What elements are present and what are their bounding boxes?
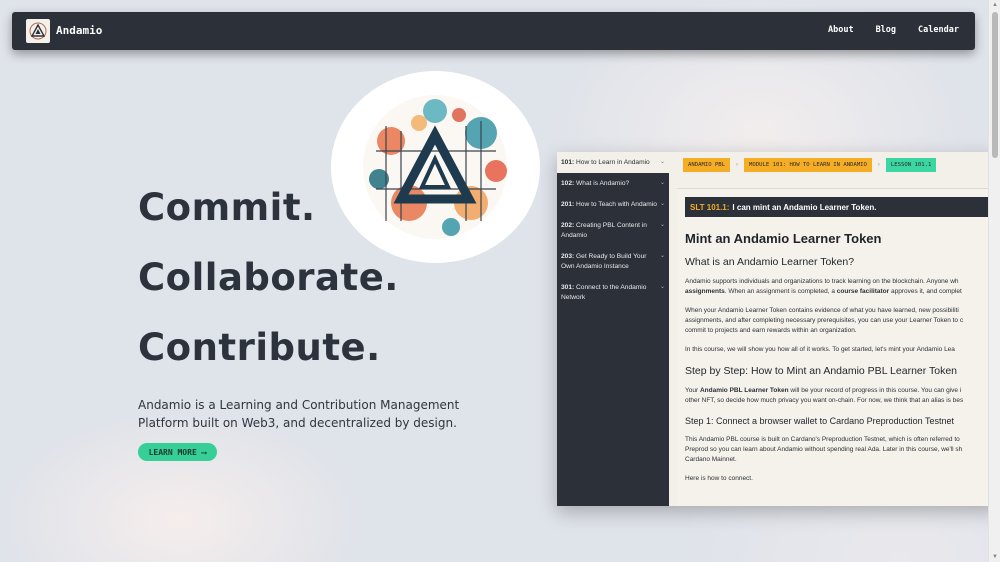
chevron-down-icon: ⌄ [659,284,665,290]
text-span: Your [685,387,700,394]
paragraph-2: When your Andamio Learner Token contains… [685,306,999,336]
sidebar-item-203[interactable]: 203: Get Ready to Build Your Own Andamio… [557,246,669,277]
lesson-title: Mint an Andamio Learner Token [685,231,882,246]
breadcrumb: ANDAMIO PBL › MODULE 101: HOW TO LEARN I… [683,158,937,172]
headline-commit: Commit. [138,186,316,229]
top-navbar: Andamio About Blog Calendar [12,12,975,50]
paragraph-6: Here is how to connect. [685,475,753,482]
text-span: assignments, and after completing necess… [685,317,964,324]
brand-name[interactable]: Andamio [56,24,102,37]
paragraph-1: Andamio supports individuals and organiz… [685,277,999,297]
text-span: . When an assignment is completed, a [724,288,837,295]
sidebar-item-label: How to Learn in Andamio [576,159,650,166]
text-span: will be your record of progress in this … [788,387,962,394]
text-span: other NFT, so decide how much privacy yo… [685,397,964,404]
headline-contribute: Contribute. [138,326,381,369]
slt-text: I can mint an Andamio Learner Token. [732,202,877,212]
text-bold: Andamio PBL Learner Token [699,387,789,394]
text-bold: assignments [685,288,725,295]
sidebar-item-label: What is Andamio? [576,180,630,187]
chevron-down-icon: ⌄ [659,159,665,165]
nav-about-link[interactable]: About [828,25,854,35]
breadcrumb-course[interactable]: ANDAMIO PBL [683,158,731,172]
chevron-down-icon: ⌄ [659,222,665,228]
text-span: Cardano Mainnet. [685,456,737,463]
sidebar-item-201[interactable]: 201: How to Teach with Andamio ⌄ [557,194,669,215]
paragraph-3: In this course, we will show you how all… [685,346,955,353]
lesson-subtitle: What is an Andamio Learner Token? [685,256,855,268]
breadcrumb-separator-icon: › [736,162,739,168]
paragraph-4: Your Andamio PBL Learner Token will be y… [685,386,999,406]
sidebar-item-code: 203: [561,253,575,260]
chevron-down-icon: ⌄ [659,253,665,259]
scroll-down-icon[interactable]: ▼ [992,554,998,560]
app-preview-window: 101: How to Learn in Andamio ⌄ 102: What… [557,152,1000,506]
text-span: commit to projects and earn rewards with… [685,327,857,334]
sidebar-item-code: 201: [561,201,575,208]
sidebar-item-code: 202: [561,222,575,229]
scroll-thumb[interactable] [992,12,998,158]
chevron-down-icon: ⌄ [659,180,665,186]
scroll-up-icon[interactable]: ▲ [992,2,998,8]
text-span: approves it, and complet [889,288,962,295]
text-bold: course facilitator [836,288,890,295]
breadcrumb-module[interactable]: MODULE 101: HOW TO LEARN IN ANDAMIO [744,158,872,172]
andamio-logo-icon[interactable] [26,19,50,43]
hero-artwork-circle [331,71,540,263]
paragraph-5: This Andamio PBL course is built on Card… [685,435,999,465]
sidebar-item-label: How to Teach with Andamio [576,201,657,208]
headline-collaborate: Collaborate. [138,256,399,299]
nav-links: About Blog Calendar [828,25,959,35]
text-span: When your Andamio Learner Token contains… [685,307,959,314]
text-span: Andamio supports individuals and organiz… [685,278,959,285]
sidebar-item-202[interactable]: 202: Creating PBL Content in Andamio ⌄ [557,215,669,246]
slt-banner: SLT 101.1: I can mint an Andamio Learner… [685,197,1000,217]
learn-more-button[interactable]: LEARN MORE ⟶ [138,443,217,461]
sidebar-item-label: Creating PBL Content in Andamio [561,222,647,239]
nav-blog-link[interactable]: Blog [876,25,896,35]
sidebar-item-code: 102: [561,180,575,187]
sidebar-item-301[interactable]: 301: Connect to the Andamio Network ⌄ [557,277,669,308]
text-span: This Andamio PBL course is built on Card… [685,436,960,443]
course-sidebar: 101: How to Learn in Andamio ⌄ 102: What… [557,152,669,506]
chevron-down-icon: ⌄ [659,201,665,207]
step-by-step-heading: Step by Step: How to Mint an Andamio PBL… [685,365,957,377]
scaffold-artwork-icon [363,95,507,239]
breadcrumb-lesson[interactable]: LESSON 101.1 [885,158,937,172]
sidebar-item-code: 301: [561,284,575,291]
page-scrollbar[interactable]: ▲ ▼ [988,0,1000,562]
sidebar-item-code: 101: [561,159,575,166]
hero-tagline: Andamio is a Learning and Contribution M… [138,398,460,430]
slt-label: SLT 101.1: [690,202,730,212]
nav-calendar-link[interactable]: Calendar [918,25,959,35]
sidebar-item-102[interactable]: 102: What is Andamio? ⌄ [557,173,669,194]
step-1-heading: Step 1: Connect a browser wallet to Card… [685,416,954,426]
sidebar-item-label: Connect to the Andamio Network [561,284,647,301]
sidebar-item-101[interactable]: 101: How to Learn in Andamio ⌄ [557,152,669,173]
lesson-content: SLT 101.1: I can mint an Andamio Learner… [677,188,1000,506]
text-span: Preprod so you can learn about Andamio w… [685,446,963,453]
sidebar-item-label: Get Ready to Build Your Own Andamio Inst… [561,253,647,270]
breadcrumb-separator-icon: › [877,162,880,168]
